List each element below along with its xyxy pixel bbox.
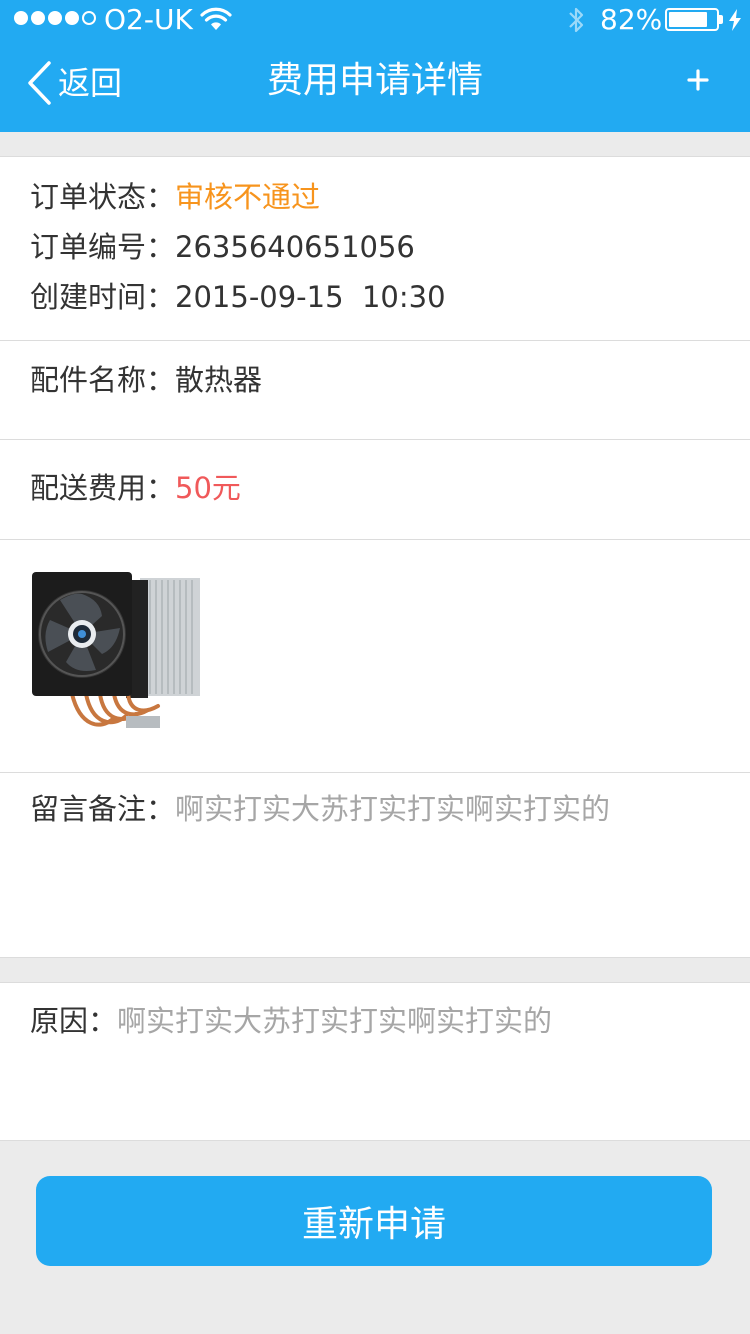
carrier-name: O2-UK xyxy=(104,3,193,36)
status-bar: O2-UK 82% xyxy=(0,0,750,40)
delivery-fee-section: 配送费用：50元 xyxy=(0,439,750,540)
created-time-label: 创建时间： xyxy=(30,280,176,314)
nav-bar: 返回 费用申请详情 xyxy=(0,40,750,132)
remark-row: 留言备注：啊实打实大苏打实打实啊实打实的 xyxy=(30,789,610,829)
chevron-left-icon xyxy=(28,61,51,105)
reason-value: 啊实打实大苏打实打实啊实打实的 xyxy=(117,1004,553,1038)
cpu-cooler-image[interactable] xyxy=(30,566,206,738)
remark-section: 留言备注：啊实打实大苏打实打实啊实打实的 xyxy=(0,772,750,958)
reason-section: 原因：啊实打实大苏打实打实啊实打实的 xyxy=(0,982,750,1141)
wifi-icon xyxy=(200,7,232,30)
product-image-section xyxy=(0,539,750,773)
part-name-section: 配件名称：散热器 xyxy=(0,340,750,440)
remark-value: 啊实打实大苏打实打实啊实打实的 xyxy=(175,792,611,826)
signal-dot xyxy=(65,11,79,25)
signal-dot xyxy=(14,11,28,25)
order-number-value: 2635640651056 xyxy=(175,230,415,264)
order-number-label: 订单编号： xyxy=(30,230,176,264)
created-time-value: 2015-09-15 10:30 xyxy=(175,280,446,314)
battery-tip xyxy=(719,15,723,24)
order-number-row: 订单编号：2635640651056 xyxy=(30,227,415,267)
reason-row: 原因：啊实打实大苏打实打实啊实打实的 xyxy=(30,1001,552,1041)
delivery-fee-row: 配送费用：50元 xyxy=(30,468,241,508)
part-name-row: 配件名称：散热器 xyxy=(30,360,262,400)
signal-strength-icon xyxy=(14,11,96,25)
reason-label: 原因： xyxy=(30,1004,118,1038)
signal-dot xyxy=(48,11,62,25)
back-button[interactable]: 返回 xyxy=(24,58,122,108)
charging-icon xyxy=(729,9,741,31)
remark-label: 留言备注： xyxy=(30,792,176,826)
screen: O2-UK 82% 返回 费用申请详情 订单状态：审核不通过 订单编号：2635… xyxy=(0,0,750,1334)
part-name-label: 配件名称： xyxy=(30,363,176,397)
battery-percent: 82% xyxy=(600,3,663,36)
order-status-label: 订单状态： xyxy=(30,180,176,214)
order-status-row: 订单状态：审核不通过 xyxy=(30,177,320,217)
order-info-section: 订单状态：审核不通过 订单编号：2635640651056 创建时间：2015-… xyxy=(0,156,750,341)
signal-dot xyxy=(31,11,45,25)
bluetooth-icon xyxy=(569,7,584,33)
bottom-action-area: 重新申请 xyxy=(0,1140,750,1334)
battery-level xyxy=(669,12,707,27)
plus-icon[interactable] xyxy=(680,62,716,98)
top-bar: O2-UK 82% 返回 费用申请详情 xyxy=(0,0,750,132)
reapply-button[interactable]: 重新申请 xyxy=(36,1176,712,1266)
created-time-row: 创建时间：2015-09-15 10:30 xyxy=(30,277,446,317)
delivery-fee-value: 50元 xyxy=(175,471,241,505)
order-status-value: 审核不通过 xyxy=(175,180,321,214)
battery-icon xyxy=(665,8,719,31)
signal-dot xyxy=(82,11,96,25)
back-label: 返回 xyxy=(58,64,123,102)
delivery-fee-label: 配送费用： xyxy=(30,471,176,505)
part-name-value: 散热器 xyxy=(175,363,263,397)
